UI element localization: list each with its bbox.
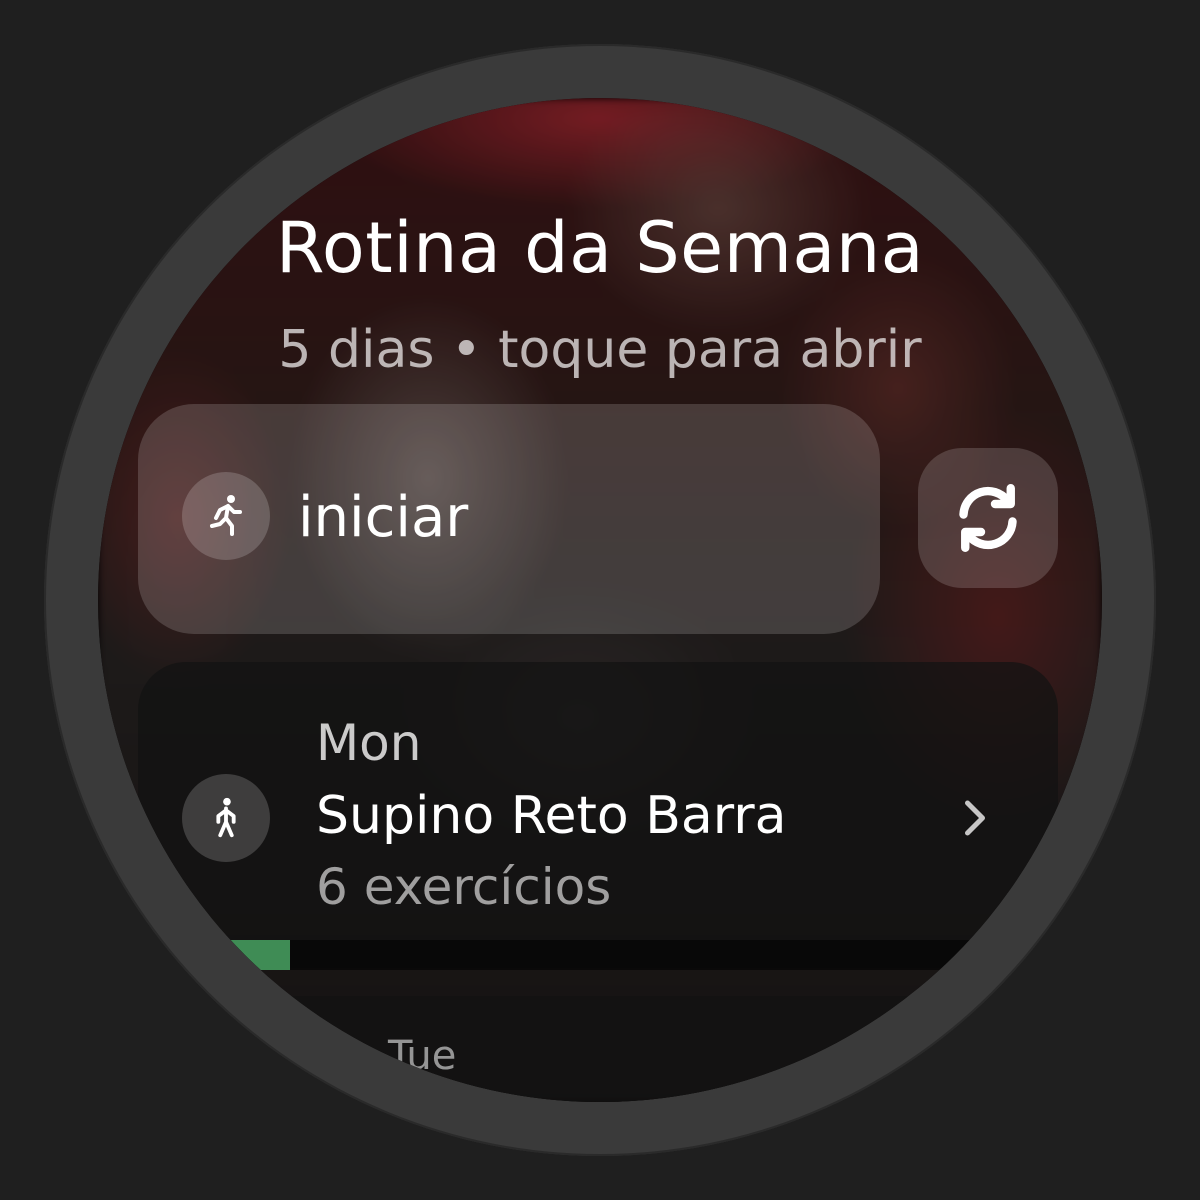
- person-running-icon: [182, 472, 270, 560]
- page-title: Rotina da Semana: [275, 207, 925, 289]
- person-walking-icon: [182, 774, 270, 862]
- page-subtitle[interactable]: 5 dias • toque para abrir: [98, 318, 1102, 382]
- day-label: Mon: [316, 714, 422, 772]
- refresh-button[interactable]: [918, 448, 1058, 588]
- start-label: iniciar: [298, 485, 469, 550]
- workout-title: Supino Reto Barra: [316, 786, 787, 846]
- progress-fill: [226, 940, 290, 970]
- day-label-next: Tue: [388, 1033, 457, 1079]
- day-card-tue[interactable]: [138, 996, 1058, 1102]
- exercise-count: 6 exercícios: [316, 858, 612, 916]
- chevron-right-icon: [965, 800, 985, 836]
- refresh-icon: [959, 484, 1017, 552]
- watch-stage: Rotina da Semana 5 dias • toque para abr…: [0, 0, 1200, 1200]
- progress-bar: [138, 940, 1058, 970]
- watch-screen: Rotina da Semana 5 dias • toque para abr…: [98, 98, 1102, 1102]
